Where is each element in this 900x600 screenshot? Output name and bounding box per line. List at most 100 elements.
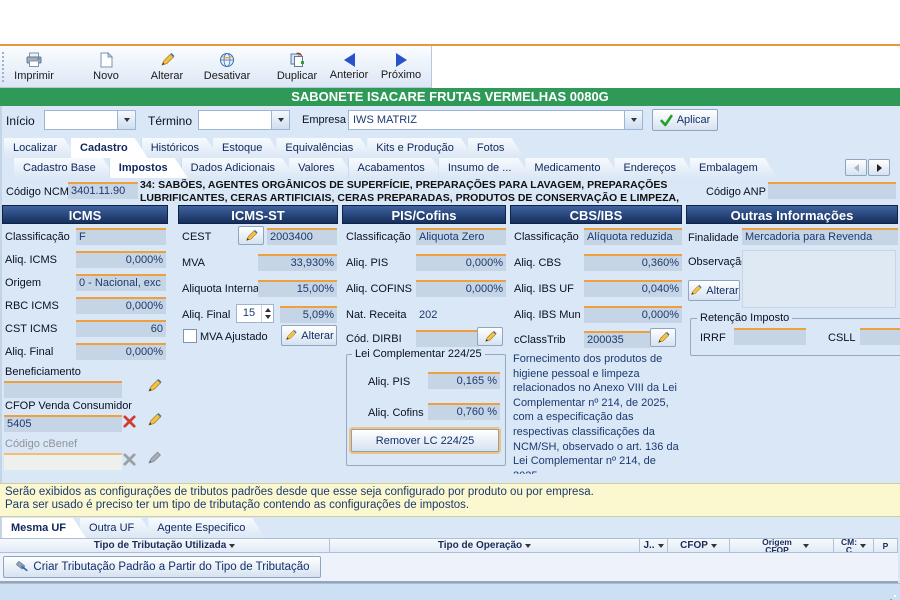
inicio-dropdown[interactable] xyxy=(117,111,135,129)
termino-dropdown[interactable] xyxy=(271,111,289,129)
st-aliq-final-spinner[interactable]: 15 xyxy=(236,304,274,323)
cfop-clear-icon[interactable] xyxy=(122,414,137,429)
aliq-cofins-field[interactable]: 0,000% xyxy=(416,280,506,297)
edit-label: Alterar xyxy=(151,70,183,82)
icms-classificacao-field[interactable]: F xyxy=(76,228,166,245)
tab-mesma-uf[interactable]: Mesma UF xyxy=(2,518,86,538)
tab-dados-adicionais[interactable]: Dados Adicionais xyxy=(182,158,295,178)
lc-aliq-cofins-field[interactable]: 0,760 % xyxy=(428,403,500,420)
aliq-cbs-field[interactable]: 0,360% xyxy=(584,254,682,271)
ncm-field[interactable]: 3401.11.90 xyxy=(68,182,138,199)
tab-outra-uf[interactable]: Outra UF xyxy=(80,518,154,538)
icms-aliq-field[interactable]: 0,000% xyxy=(76,251,166,268)
tab-medicamento[interactable]: Medicamento xyxy=(525,158,620,178)
toolbar-grip[interactable] xyxy=(2,52,7,82)
tab-scroll-right-button[interactable] xyxy=(868,159,890,176)
tab-valores[interactable]: Valores xyxy=(289,158,354,178)
spinner-down-icon[interactable] xyxy=(265,315,271,319)
tab-cadastro[interactable]: Cadastro xyxy=(71,138,148,158)
cclasstrib-field[interactable]: 200035 xyxy=(584,331,650,348)
outras-alterar-button[interactable]: Alterar xyxy=(688,280,740,301)
lc-aliq-pis-field[interactable]: 0,165 % xyxy=(428,372,500,389)
st-aliq-final-field[interactable]: 5,09% xyxy=(280,306,337,323)
tab-acabamentos[interactable]: Acabamentos xyxy=(349,158,445,178)
previous-button[interactable]: Anterior xyxy=(324,48,374,86)
edit-button[interactable]: Alterar xyxy=(142,48,192,86)
grid-col-tipo-operacao[interactable]: Tipo de Operação xyxy=(330,539,640,552)
tab-historicos[interactable]: Históricos xyxy=(142,138,219,158)
cfop-pencil-icon[interactable] xyxy=(146,412,162,428)
cod-dirbi-pencil-button[interactable] xyxy=(477,327,503,346)
cod-dirbi-field[interactable] xyxy=(416,330,478,347)
tab-kits-producao[interactable]: Kits e Produção xyxy=(367,138,474,158)
tab-embalagem[interactable]: Embalagem xyxy=(690,158,778,178)
filter-down-icon[interactable] xyxy=(860,544,866,548)
cfop-venda-field[interactable]: 5405 xyxy=(4,415,122,432)
icms-aliq-final-field[interactable]: 0,000% xyxy=(76,343,166,360)
cest-field[interactable]: 2003400 xyxy=(267,228,337,245)
lc-aliq-pis-label: Aliq. PIS xyxy=(368,376,410,388)
inicio-combo[interactable] xyxy=(44,110,136,130)
grid-col-cm[interactable]: CM: C xyxy=(834,539,874,552)
tab-enderecos[interactable]: Endereços xyxy=(614,158,696,178)
mva-ajustado-checkbox[interactable] xyxy=(183,329,197,343)
filter-down-icon[interactable] xyxy=(525,544,531,548)
filter-down-icon[interactable] xyxy=(803,544,809,548)
st-alterar-button[interactable]: Alterar xyxy=(281,325,337,346)
cclasstrib-pencil-button[interactable] xyxy=(650,328,676,347)
icms-origem-field[interactable]: 0 - Nacional, exc xyxy=(76,274,166,291)
tab-agente-especifico[interactable]: Agente Especifico xyxy=(148,518,265,538)
mva-field[interactable]: 33,930% xyxy=(258,254,337,271)
info-note-line2: Para ser usado é preciso ter um tipo de … xyxy=(0,498,900,511)
cbs-classificacao-field[interactable]: Alíquota reduzida xyxy=(584,228,682,245)
grid-col-origem-cfop[interactable]: Origem CFOP xyxy=(730,539,834,552)
aliq-pis-field[interactable]: 0,000% xyxy=(416,254,506,271)
product-tax-window: Imprimir Novo Alterar Desativar xyxy=(0,0,900,600)
new-button[interactable]: Novo xyxy=(84,48,128,86)
pis-classificacao-field[interactable]: Aliquota Zero xyxy=(416,228,506,245)
icms-rbc-field[interactable]: 0,000% xyxy=(76,297,166,314)
aliq-ibs-mun-field[interactable]: 0,000% xyxy=(584,306,682,323)
tab-localizar[interactable]: Localizar xyxy=(4,138,77,158)
remover-lc-button[interactable]: Remover LC 224/25 xyxy=(351,429,499,452)
cest-pencil-button[interactable] xyxy=(238,226,264,245)
irrf-field[interactable] xyxy=(734,328,806,345)
filter-down-icon[interactable] xyxy=(711,544,717,548)
resize-grip[interactable] xyxy=(884,585,896,597)
tab-cadastro-base[interactable]: Cadastro Base xyxy=(14,158,116,178)
next-button[interactable]: Próximo xyxy=(376,48,426,86)
deactivate-button[interactable]: Desativar xyxy=(196,48,258,86)
print-button[interactable]: Imprimir xyxy=(8,48,60,86)
icms-cst-field[interactable]: 60 xyxy=(76,320,166,337)
beneficiamento-field[interactable] xyxy=(4,381,122,398)
tab-fotos[interactable]: Fotos xyxy=(468,138,525,158)
empresa-combo[interactable]: IWS MATRIZ xyxy=(348,110,643,130)
grid-col-j[interactable]: J.. xyxy=(640,539,668,552)
nat-receita-value[interactable]: 202 xyxy=(419,309,437,321)
lc-group-title: Lei Complementar 224/25 xyxy=(352,348,485,360)
grid-col-tipo-tributacao[interactable]: Tipo de Tributação Utilizada xyxy=(0,539,330,552)
observacao-area[interactable] xyxy=(742,250,896,308)
termino-combo[interactable] xyxy=(198,110,290,130)
spinner-up-icon[interactable] xyxy=(265,308,271,312)
tab-estoque[interactable]: Estoque xyxy=(213,138,282,158)
filter-down-icon[interactable] xyxy=(229,544,235,548)
aliquota-interna-field[interactable]: 15,00% xyxy=(258,280,337,297)
tab-equivalencias[interactable]: Equivalências xyxy=(276,138,373,158)
duplicate-button[interactable]: Duplicar xyxy=(270,48,324,86)
aplicar-button[interactable]: Aplicar xyxy=(652,109,718,131)
tab-insumo[interactable]: Insumo de ... xyxy=(439,158,532,178)
empresa-dropdown[interactable] xyxy=(624,111,642,129)
empresa-label: Empresa xyxy=(302,114,346,126)
csll-field[interactable] xyxy=(860,328,900,345)
tab-impostos[interactable]: Impostos xyxy=(110,158,188,178)
finalidade-field[interactable]: Mercadoria para Revenda xyxy=(742,228,898,245)
grid-col-cfop[interactable]: CFOP xyxy=(668,539,730,552)
anp-field[interactable] xyxy=(768,182,896,199)
grid-col-p[interactable]: P xyxy=(874,539,898,552)
aliq-ibs-uf-field[interactable]: 0,040% xyxy=(584,280,682,297)
beneficiamento-pencil-icon[interactable] xyxy=(146,378,162,394)
filter-down-icon[interactable] xyxy=(658,544,664,548)
criar-tributacao-button[interactable]: Criar Tributação Padrão a Partir do Tipo… xyxy=(3,556,321,578)
tab-scroll-left-button[interactable] xyxy=(845,159,867,176)
